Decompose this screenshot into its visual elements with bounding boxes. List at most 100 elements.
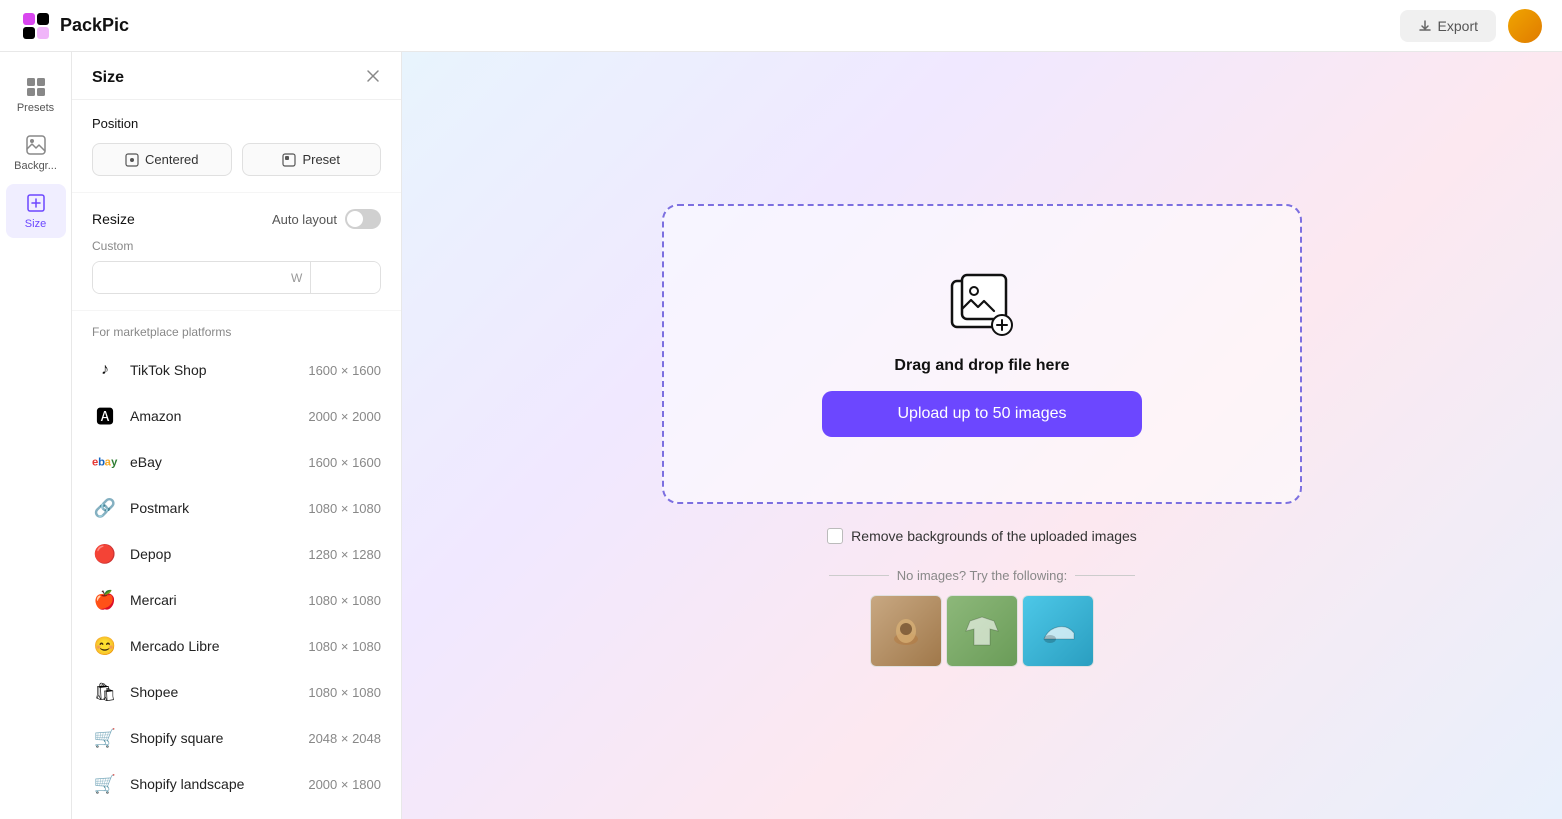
auto-layout-row: Auto layout xyxy=(272,209,381,229)
sidebar-icons: Presets Backgr... Size xyxy=(0,52,72,819)
mercadolibre-icon: 😊 xyxy=(92,633,118,659)
marketplace-shopify-square[interactable]: 🛒 Shopify square 2048 × 2048 xyxy=(72,715,401,761)
download-icon xyxy=(1418,19,1432,33)
centered-icon xyxy=(125,153,139,167)
remove-bg-label: Remove backgrounds of the uploaded image… xyxy=(851,528,1137,544)
position-label: Position xyxy=(92,116,381,131)
marketplace-depop[interactable]: 🔴 Depop 1280 × 1280 xyxy=(72,531,401,577)
width-suffix: W xyxy=(289,263,310,293)
panel-close-button[interactable] xyxy=(365,68,381,87)
position-buttons: Centered Preset xyxy=(92,143,381,176)
centered-button[interactable]: Centered xyxy=(92,143,232,176)
centered-label: Centered xyxy=(145,152,198,167)
sidebar-item-background[interactable]: Backgr... xyxy=(6,126,66,180)
remove-bg-row: Remove backgrounds of the uploaded image… xyxy=(827,528,1137,544)
main-layout: Presets Backgr... Size Size xyxy=(0,52,1562,819)
app-logo: PackPic xyxy=(20,10,129,42)
marketplace-tiktok-size: 1600 × 1600 xyxy=(308,363,381,378)
marketplace-shopify-landscape-name: Shopify landscape xyxy=(130,776,308,792)
tiktok-icon: ♪ xyxy=(92,357,118,383)
sidebar-presets-label: Presets xyxy=(17,102,54,114)
svg-text:y: y xyxy=(111,456,118,468)
app-header: PackPic Export xyxy=(0,0,1562,52)
marketplace-postmark-size: 1080 × 1080 xyxy=(308,501,381,516)
width-input[interactable] xyxy=(93,262,289,293)
marketplace-ebay-size: 1600 × 1600 xyxy=(308,455,381,470)
drag-drop-text: Drag and drop file here xyxy=(894,357,1069,375)
canvas-area: Drag and drop file here Upload up to 50 … xyxy=(402,52,1562,819)
depop-icon: 🔴 xyxy=(92,541,118,567)
background-icon xyxy=(25,134,47,156)
wh-inputs: W H xyxy=(92,261,381,294)
sample-section: No images? Try the following: xyxy=(829,568,1136,667)
preset-button[interactable]: Preset xyxy=(242,143,382,176)
drop-zone[interactable]: Drag and drop file here Upload up to 50 … xyxy=(662,204,1302,504)
marketplace-list: ♪ TikTok Shop 1600 × 1600 🅰 Amazon 2000 … xyxy=(72,347,401,807)
canvas-content: Drag and drop file here Upload up to 50 … xyxy=(632,204,1332,667)
coffee-sample[interactable] xyxy=(870,595,942,667)
svg-text:e: e xyxy=(92,456,98,468)
sidebar-item-presets[interactable]: Presets xyxy=(6,68,66,122)
resize-label: Resize xyxy=(92,211,135,227)
sample-hint-text: No images? Try the following: xyxy=(829,568,1136,583)
shopify-square-icon: 🛒 xyxy=(92,725,118,751)
marketplace-shopify-landscape[interactable]: 🛒 Shopify landscape 2000 × 1800 xyxy=(72,761,401,807)
preset-label: Preset xyxy=(302,152,340,167)
marketplace-shopee-size: 1080 × 1080 xyxy=(308,685,381,700)
position-section: Position Centered Preset xyxy=(72,100,401,193)
resize-section: Resize Auto layout Custom W H xyxy=(72,193,401,311)
marketplace-header: For marketplace platforms xyxy=(72,311,401,347)
marketplace-amazon-size: 2000 × 2000 xyxy=(308,409,381,424)
marketplace-mercari-name: Mercari xyxy=(130,592,308,608)
image-upload-icon xyxy=(947,271,1017,341)
shopify-landscape-icon: 🛒 xyxy=(92,771,118,797)
remove-bg-checkbox[interactable] xyxy=(827,528,843,544)
export-button[interactable]: Export xyxy=(1400,10,1496,42)
marketplace-postmark[interactable]: 🔗 Postmark 1080 × 1080 xyxy=(72,485,401,531)
svg-text:b: b xyxy=(98,456,105,468)
preset-icon xyxy=(282,153,296,167)
marketplace-amazon-name: Amazon xyxy=(130,408,308,424)
header-actions: Export xyxy=(1400,9,1542,43)
marketplace-tiktok-name: TikTok Shop xyxy=(130,362,308,378)
marketplace-tiktok[interactable]: ♪ TikTok Shop 1600 × 1600 xyxy=(72,347,401,393)
size-icon xyxy=(25,192,47,214)
presets-icon xyxy=(25,76,47,98)
shirt-sample[interactable] xyxy=(946,595,1018,667)
marketplace-mercari[interactable]: 🍎 Mercari 1080 × 1080 xyxy=(72,577,401,623)
auto-layout-toggle[interactable] xyxy=(345,209,381,229)
marketplace-amazon[interactable]: 🅰 Amazon 2000 × 2000 xyxy=(72,393,401,439)
marketplace-depop-size: 1280 × 1280 xyxy=(308,547,381,562)
marketplace-ebay[interactable]: e b a y eBay 1600 × 1600 xyxy=(72,439,401,485)
svg-text:a: a xyxy=(105,456,112,468)
close-icon xyxy=(365,68,381,84)
packpic-logo-icon xyxy=(20,10,52,42)
user-avatar[interactable] xyxy=(1508,9,1542,43)
panel-header: Size xyxy=(72,52,401,100)
marketplace-shopify-landscape-size: 2000 × 1800 xyxy=(308,777,381,792)
sample-images xyxy=(870,595,1094,667)
shopee-icon: 🛍 xyxy=(92,679,118,705)
marketplace-shopify-square-size: 2048 × 2048 xyxy=(308,731,381,746)
marketplace-shopify-square-name: Shopify square xyxy=(130,730,308,746)
marketplace-ebay-name: eBay xyxy=(130,454,308,470)
mercari-icon: 🍎 xyxy=(92,587,118,613)
height-input[interactable] xyxy=(311,262,381,293)
upload-label: Upload up to 50 images xyxy=(898,405,1067,422)
marketplace-mercadolibre-name: Mercado Libre xyxy=(130,638,308,654)
export-label: Export xyxy=(1438,18,1478,34)
postmark-icon: 🔗 xyxy=(92,495,118,521)
sidebar-item-size[interactable]: Size xyxy=(6,184,66,238)
shoe-sample[interactable] xyxy=(1022,595,1094,667)
amazon-icon: 🅰 xyxy=(92,403,118,429)
marketplace-shopee[interactable]: 🛍 Shopee 1080 × 1080 xyxy=(72,669,401,715)
resize-row: Resize Auto layout xyxy=(92,209,381,229)
auto-layout-text: Auto layout xyxy=(272,212,337,227)
upload-button[interactable]: Upload up to 50 images xyxy=(822,391,1142,437)
marketplace-mercadolibre[interactable]: 😊 Mercado Libre 1080 × 1080 xyxy=(72,623,401,669)
panel-title: Size xyxy=(92,69,124,87)
width-input-wrap: W xyxy=(93,262,311,293)
marketplace-depop-name: Depop xyxy=(130,546,308,562)
custom-label: Custom xyxy=(92,239,381,253)
sidebar-background-label: Backgr... xyxy=(14,160,57,172)
